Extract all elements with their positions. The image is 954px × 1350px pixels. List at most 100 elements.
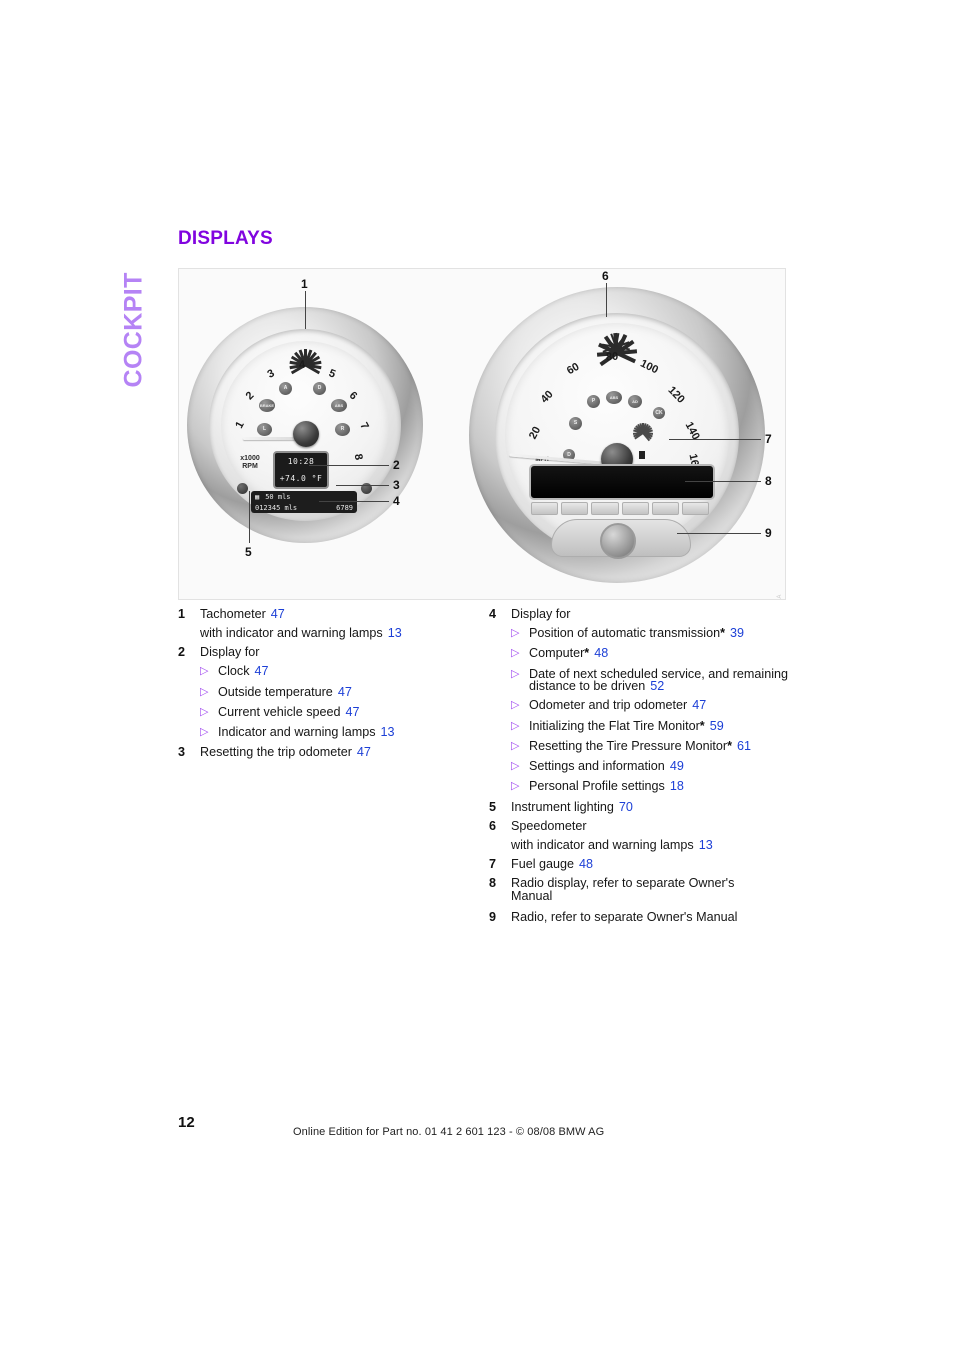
callout-1: 1: [301, 277, 308, 291]
page-ref[interactable]: 49: [670, 759, 684, 773]
page-ref[interactable]: 18: [670, 779, 684, 793]
tachometer-upper-lcd: 10:28 +74.0 °F: [273, 451, 329, 489]
page-ref[interactable]: 13: [388, 626, 402, 640]
bullet-triangle-icon: ▷: [511, 719, 520, 732]
page-ref[interactable]: 13: [381, 725, 395, 739]
legend-subitem-text: Current vehicle speed 47: [218, 704, 360, 719]
page-ref[interactable]: 47: [692, 698, 706, 712]
legend-item-number: 6: [489, 818, 497, 833]
lcd-odometer-row: 012345 mls 6789: [251, 502, 357, 513]
page-ref[interactable]: 47: [338, 685, 352, 699]
bullet-triangle-icon: ▷: [511, 627, 520, 640]
leader-line: [319, 501, 389, 502]
legend-subitem: ▷ Position of automatic transmission* 39: [511, 627, 789, 641]
lamp-brake-icon: BRAKE: [259, 399, 275, 412]
lcd-temperature: +74.0 °F: [279, 474, 323, 483]
radio-preset-button[interactable]: [681, 502, 710, 515]
lamp-oil-icon: AD: [628, 395, 642, 408]
legend-item-text: Resetting the trip odometer 47: [200, 745, 371, 760]
speedo-scale-number: 80: [605, 350, 619, 364]
legend-subitem: ▷ Settings and information 49: [511, 760, 789, 774]
page-ref[interactable]: 47: [346, 705, 360, 719]
legend-item-text: Instrument lighting 70: [511, 799, 633, 814]
legend-item: 9 Radio, refer to separate Owner's Manua…: [489, 911, 789, 924]
lamp-check-icon: CK: [653, 407, 665, 419]
bullet-triangle-icon: ▷: [511, 739, 520, 752]
radio-preset-button[interactable]: [561, 502, 589, 515]
lamp-service-icon: S: [569, 417, 582, 430]
page-ref[interactable]: 47: [255, 664, 269, 678]
callout-2: 2: [393, 458, 400, 472]
legend-item-number: 1: [178, 607, 186, 621]
radio-preset-button[interactable]: [591, 502, 619, 515]
lamp-dsc-icon: A: [279, 382, 292, 395]
lcd-odometer: 012345 mls: [255, 503, 298, 512]
option-asterisk: *: [699, 718, 705, 733]
chapter-tab: COCKPIT: [112, 225, 156, 395]
page-ref[interactable]: 47: [271, 607, 285, 621]
option-asterisk: *: [727, 738, 732, 753]
figure-reference-code: MINI3012234AA: [777, 594, 783, 599]
legend-subitem-text: Resetting the Tire Pressure Monitor* 61: [529, 738, 752, 753]
legend-item-text: Tachometer 47: [200, 607, 285, 621]
page-ref[interactable]: 52: [650, 679, 664, 693]
callout-6: 6: [602, 269, 609, 283]
legend-item-number: 7: [489, 856, 497, 871]
speedo-scale-number: 60: [564, 360, 582, 378]
legend-subitem: ▷ Outside temperature 47: [200, 685, 478, 700]
option-asterisk: *: [584, 646, 590, 661]
page-ref[interactable]: 39: [730, 626, 744, 640]
legend-subitem-text: Position of automatic transmission* 39: [529, 626, 745, 641]
legend-item-number: 5: [489, 799, 497, 814]
legend-item-continuation: . with indicator and warning lamps13: [489, 838, 789, 852]
legend-subitem: ▷ Clock 47: [200, 665, 478, 679]
page-title: DISPLAYS: [178, 228, 273, 249]
legend-item: 5 Instrument lighting 70: [489, 799, 789, 814]
legend-subitem: ▷ Personal Profile settings 18: [511, 780, 789, 794]
radio-preset-buttons[interactable]: [531, 502, 710, 515]
tach-scale-number: 7: [357, 420, 371, 432]
legend-subitem: ▷ Indicator and warning lamps 13: [200, 726, 478, 740]
legend-item: 1 Tachometer 47: [178, 608, 478, 621]
page-ref[interactable]: 47: [357, 745, 371, 759]
instrument-lighting-dial[interactable]: [237, 483, 248, 494]
page-ref[interactable]: 48: [594, 646, 608, 660]
radio-preset-button[interactable]: [651, 502, 679, 515]
tach-scale-number: 2: [243, 389, 257, 403]
legend-subitem: ▷ Odometer and trip odometer 47: [511, 699, 789, 713]
leader-line: [336, 485, 389, 486]
page-ref[interactable]: 59: [710, 719, 724, 733]
legend-item: 7 Fuel gauge 48: [489, 858, 789, 871]
leader-line: [309, 465, 389, 466]
page-ref[interactable]: 70: [619, 800, 633, 814]
lamp-turn-left-icon: L: [257, 423, 272, 436]
callout-7: 7: [765, 432, 772, 446]
legend-subitem-text: Computer* 48: [529, 646, 609, 661]
page-ref[interactable]: 61: [737, 739, 751, 753]
bullet-triangle-icon: ▷: [511, 667, 520, 680]
leader-line: [606, 283, 607, 317]
leader-line: [669, 439, 761, 440]
page-ref[interactable]: 13: [699, 838, 713, 852]
page-ref[interactable]: 48: [579, 857, 593, 871]
fuel-pump-icon: ▦: [255, 492, 260, 501]
speedo-scale-number: 20: [526, 424, 544, 442]
radio-preset-button[interactable]: [621, 502, 649, 515]
leader-line: [249, 491, 250, 543]
legend-subitem: ▷ Computer* 48: [511, 647, 789, 661]
callout-8: 8: [765, 474, 772, 488]
bullet-triangle-icon: ▷: [511, 780, 520, 793]
legend-column-left: 1 Tachometer47 . with indicator and warn…: [178, 608, 478, 765]
legend-item-number: 8: [489, 875, 497, 890]
callout-3: 3: [393, 478, 400, 492]
tach-unit-label: x1000 RPM: [240, 455, 260, 471]
legend-subitem-text: Odometer and trip odometer 47: [529, 698, 707, 713]
radio-volume-knob[interactable]: [600, 523, 636, 559]
radio-preset-button[interactable]: [531, 502, 559, 515]
cockpit-instrument-figure: 1 2 3 4 5 6 7 8 A D BRAKE ABS L R x1000 …: [178, 268, 786, 600]
speedo-scale-number: 100: [638, 357, 661, 377]
tach-scale-number: 5: [326, 367, 338, 381]
leader-line: [685, 481, 761, 482]
footer-note: Online Edition for Part no. 01 41 2 601 …: [293, 1126, 605, 1138]
bullet-triangle-icon: ▷: [511, 760, 520, 773]
